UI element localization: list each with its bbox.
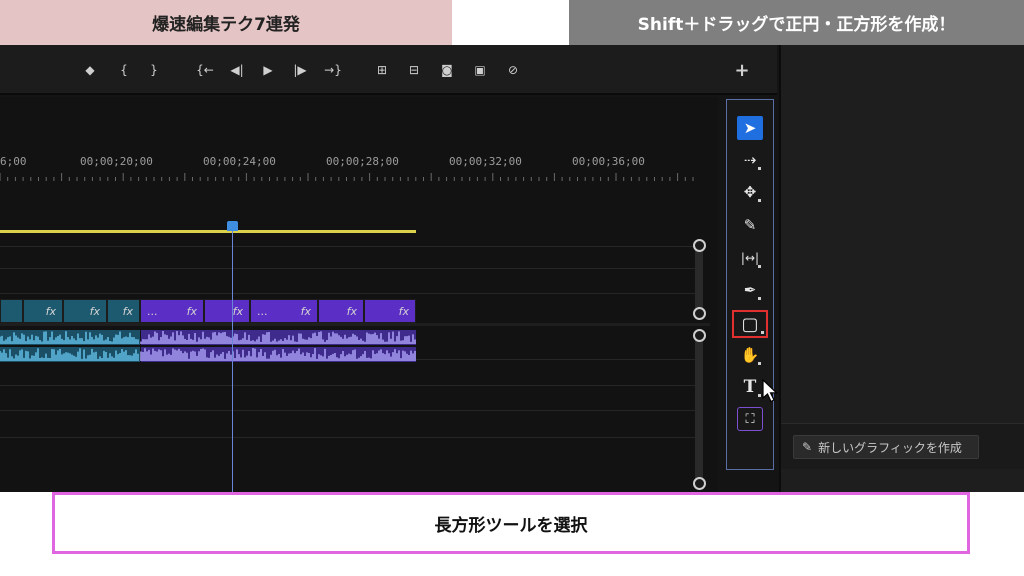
video-clip[interactable]: ... fx bbox=[250, 299, 318, 323]
video-clip[interactable]: fx bbox=[318, 299, 364, 323]
ruler-label: 00;00;32;00 bbox=[449, 155, 522, 168]
play-icon[interactable]: ▶ bbox=[257, 59, 279, 81]
video-audio-separator[interactable] bbox=[0, 323, 710, 326]
program-monitor-transport: ◆ { } {← ◀| ▶ |▶ →} ⊞ ⊟ ◙ ▣ ⊘ + bbox=[0, 45, 777, 95]
track-divider bbox=[0, 293, 700, 294]
fx-badge: fx bbox=[186, 304, 197, 318]
clip-more: ... bbox=[257, 304, 268, 318]
time-ruler-ticks[interactable] bbox=[0, 173, 698, 181]
video-clip[interactable]: fx bbox=[23, 299, 63, 323]
fx-badge: fx bbox=[300, 304, 311, 318]
track-divider bbox=[0, 385, 700, 386]
track-divider bbox=[0, 437, 700, 438]
lift-icon[interactable]: ⊞ bbox=[371, 59, 393, 81]
instruction-caption: 長方形ツールを選択 bbox=[52, 492, 970, 554]
video-clip[interactable]: fx bbox=[63, 299, 107, 323]
video-track-scrollbar[interactable] bbox=[695, 243, 703, 313]
playhead-line[interactable] bbox=[232, 231, 233, 492]
razor-tool-icon[interactable]: ✎ bbox=[737, 213, 763, 237]
playhead-handle[interactable] bbox=[227, 221, 238, 231]
proxy-toggle-icon[interactable]: ⊘ bbox=[502, 59, 524, 81]
ruler-label: 00;00;24;00 bbox=[203, 155, 276, 168]
video-clip[interactable]: ... fx bbox=[140, 299, 204, 323]
video-clip[interactable]: fx bbox=[107, 299, 140, 323]
track-divider bbox=[0, 268, 700, 269]
track-divider bbox=[0, 410, 700, 411]
extract-icon[interactable]: ⊟ bbox=[403, 59, 425, 81]
title-banner: 爆速編集テク7連発 bbox=[0, 0, 452, 45]
track-divider bbox=[0, 246, 700, 247]
selection-tool-icon[interactable]: ➤ bbox=[737, 116, 763, 140]
premiere-editor: ◆ { } {← ◀| ▶ |▶ →} ⊞ ⊟ ◙ ▣ ⊘ + 6;00 00;… bbox=[0, 45, 1024, 492]
comparison-view-icon[interactable]: ▣ bbox=[469, 59, 491, 81]
rectangle-tool-icon[interactable]: ▢ bbox=[732, 310, 768, 338]
fx-badge: fx bbox=[122, 304, 133, 318]
new-graphic-icon: ✎ bbox=[802, 440, 813, 454]
new-graphic-label: 新しいグラフィックを作成 bbox=[818, 440, 962, 455]
auto-reframe-icon[interactable]: ⛶ bbox=[737, 407, 763, 431]
new-graphic-button[interactable]: ✎ 新しいグラフィックを作成 bbox=[793, 435, 979, 459]
tip-banner: Shift＋ドラッグで正円・正方形を作成！ bbox=[569, 0, 1024, 45]
scroll-handle[interactable] bbox=[693, 239, 706, 252]
fx-badge: fx bbox=[346, 304, 357, 318]
essential-graphics-panel: ✎ 新しいグラフィックを作成 bbox=[779, 45, 1024, 492]
step-forward-icon[interactable]: |▶ bbox=[289, 59, 311, 81]
scroll-handle[interactable] bbox=[693, 329, 706, 342]
fx-badge: fx bbox=[45, 304, 56, 318]
fx-badge: fx bbox=[232, 304, 243, 318]
export-frame-icon[interactable]: ◙ bbox=[436, 59, 458, 81]
video-clip[interactable]: fx bbox=[364, 299, 416, 323]
video-clip[interactable]: fx bbox=[204, 299, 250, 323]
type-tool-icon[interactable]: T bbox=[737, 375, 763, 399]
mouse-cursor-icon bbox=[762, 379, 779, 403]
caption-area: 長方形ツールを選択 bbox=[0, 492, 1024, 576]
timeline-panel[interactable]: 6;00 00;00;20;00 00;00;24;00 00;00;28;00… bbox=[0, 97, 718, 492]
button-editor-add-icon[interactable]: + bbox=[731, 59, 753, 81]
banner-spacer bbox=[452, 0, 569, 45]
hand-tool-icon[interactable]: ✋ bbox=[737, 343, 763, 367]
audio-clips[interactable] bbox=[0, 329, 420, 363]
slip-tool-icon[interactable]: |↔| bbox=[737, 246, 763, 270]
ruler-label: 00;00;36;00 bbox=[572, 155, 645, 168]
work-area-bar[interactable] bbox=[0, 230, 416, 233]
add-marker-icon[interactable]: ◆ bbox=[79, 59, 101, 81]
mark-in-icon[interactable]: { bbox=[113, 59, 135, 81]
go-to-in-icon[interactable]: {← bbox=[194, 59, 216, 81]
clip-more: ... bbox=[147, 304, 158, 318]
fx-badge: fx bbox=[89, 304, 100, 318]
scroll-handle[interactable] bbox=[693, 477, 706, 490]
pen-tool-icon[interactable]: ✒ bbox=[737, 278, 763, 302]
scroll-handle[interactable] bbox=[693, 307, 706, 320]
ruler-label: 00;00;28;00 bbox=[326, 155, 399, 168]
fx-badge: fx bbox=[398, 304, 409, 318]
audio-track-scrollbar[interactable] bbox=[695, 333, 703, 483]
ruler-label: 00;00;20;00 bbox=[80, 155, 153, 168]
go-to-out-icon[interactable]: →} bbox=[322, 59, 344, 81]
ripple-edit-tool-icon[interactable]: ✥ bbox=[737, 180, 763, 204]
video-clip[interactable] bbox=[0, 299, 23, 323]
mark-out-icon[interactable]: } bbox=[143, 59, 165, 81]
track-select-tool-icon[interactable]: ⇢ bbox=[737, 148, 763, 172]
tools-panel: ➤ ⇢ ✥ ✎ |↔| ✒ ▢ ✋ T ⛶ bbox=[726, 99, 774, 470]
ruler-label: 6;00 bbox=[0, 155, 27, 168]
step-back-icon[interactable]: ◀| bbox=[226, 59, 248, 81]
